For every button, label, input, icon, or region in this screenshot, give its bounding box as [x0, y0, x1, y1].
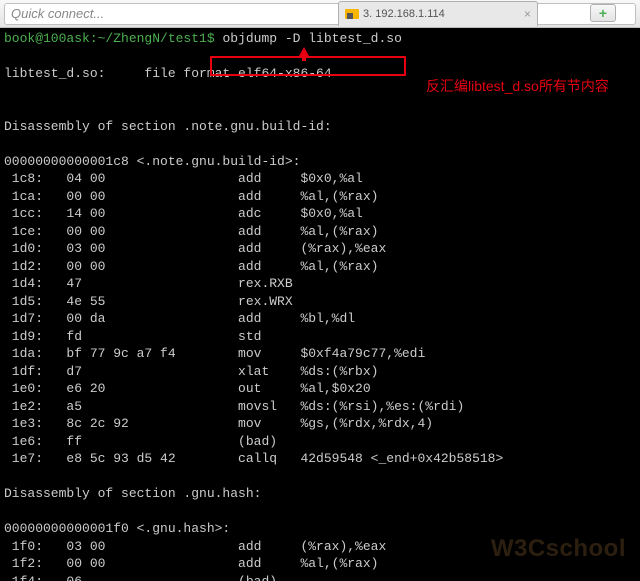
quick-connect-input[interactable]: Quick connect...: [4, 3, 636, 25]
new-tab-button[interactable]: +: [590, 4, 616, 22]
tab-active[interactable]: 3. 192.168.1.114 ×: [338, 1, 538, 26]
plus-icon: +: [599, 5, 607, 21]
annotation-text: 反汇编libtest_d.so所有节内容: [426, 78, 609, 96]
terminal-output: book@100ask:~/ZhengN/test1$ objdump -D l…: [4, 30, 636, 581]
terminal-icon: [345, 9, 359, 19]
tab-title: 3. 192.168.1.114: [363, 8, 445, 20]
quick-connect-placeholder: Quick connect...: [11, 6, 104, 21]
close-icon[interactable]: ×: [524, 7, 531, 21]
browser-chrome: Quick connect... 3. 192.168.1.114 × +: [0, 0, 640, 28]
terminal[interactable]: 反汇编libtest_d.so所有节内容 W3Cschool book@100a…: [0, 28, 640, 581]
